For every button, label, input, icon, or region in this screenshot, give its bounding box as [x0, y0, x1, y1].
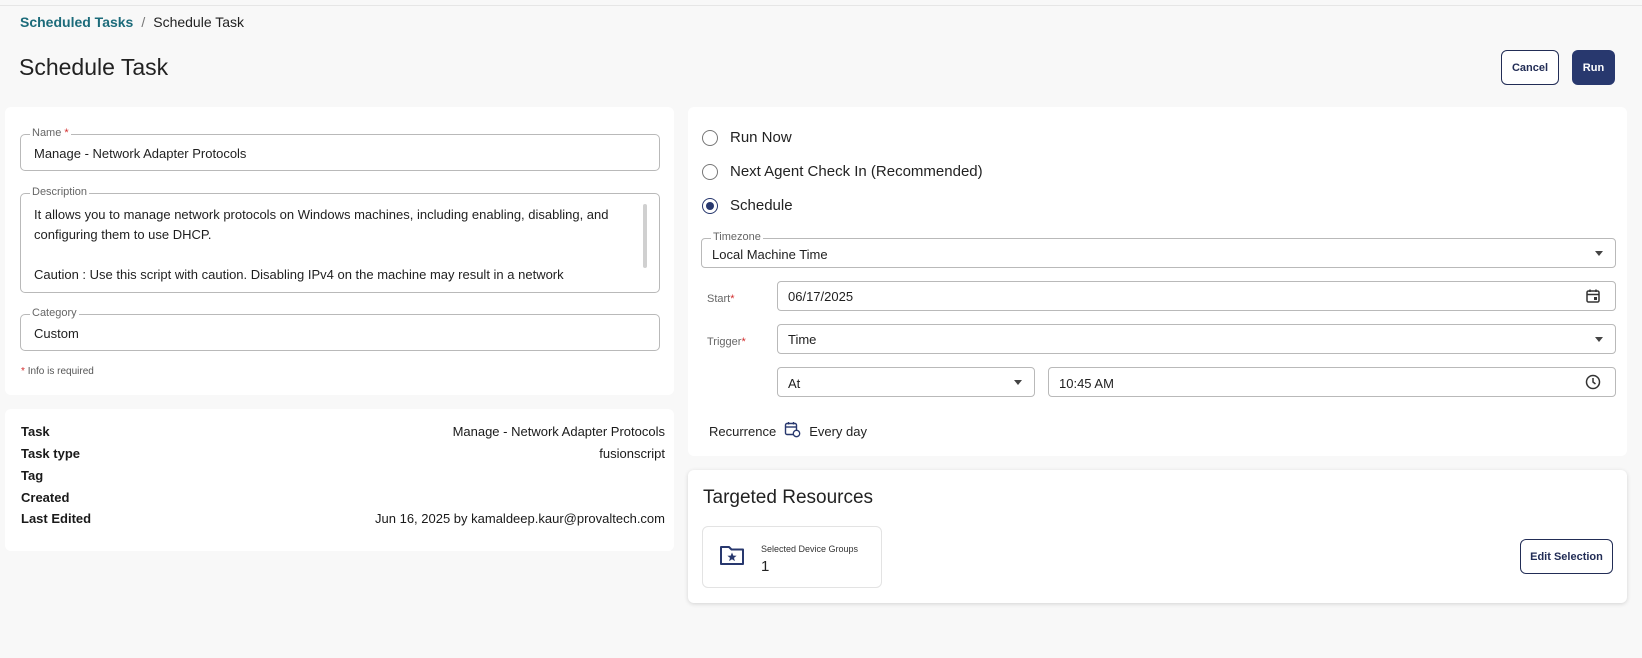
- calendar-icon[interactable]: [1585, 288, 1601, 309]
- radio-next-agent-circle[interactable]: [702, 163, 718, 180]
- radio-schedule[interactable]: Schedule: [702, 197, 793, 214]
- dropdown-caret-icon: [1014, 380, 1022, 385]
- trigger-label: Trigger*: [707, 336, 746, 348]
- timezone-value: Local Machine Time: [712, 247, 828, 262]
- run-button[interactable]: Run: [1572, 50, 1615, 85]
- targeted-resources-card: Targeted Resources Selected Device Group…: [688, 470, 1627, 603]
- edit-selection-button[interactable]: Edit Selection: [1520, 539, 1613, 574]
- info-row-task-type: Task type fusionscript: [21, 446, 665, 461]
- start-date-input[interactable]: 06/17/2025: [777, 281, 1616, 311]
- info-row-tag: Tag: [21, 468, 44, 483]
- schedule-card: Run Now Next Agent Check In (Recommended…: [688, 107, 1627, 456]
- radio-schedule-circle[interactable]: [702, 197, 718, 214]
- task-info-card: Task Manage - Network Adapter Protocols T…: [5, 409, 674, 551]
- start-label: Start*: [707, 293, 735, 305]
- dropdown-caret-icon: [1595, 251, 1603, 256]
- name-value: Manage - Network Adapter Protocols: [34, 146, 247, 161]
- breadcrumb-current: Schedule Task: [153, 14, 245, 30]
- required-note: * Info is required: [21, 366, 94, 377]
- dropdown-caret-icon: [1595, 337, 1603, 342]
- task-form-card: Name * Manage - Network Adapter Protocol…: [5, 107, 674, 395]
- category-field[interactable]: Category Custom: [20, 307, 660, 351]
- category-label: Category: [30, 307, 79, 319]
- device-groups-count: 1: [761, 558, 770, 575]
- selected-device-groups-box: Selected Device Groups 1: [702, 526, 882, 588]
- clock-icon[interactable]: [1585, 374, 1601, 395]
- description-value: It allows you to manage network protocol…: [34, 207, 609, 282]
- timezone-select[interactable]: Timezone Local Machine Time: [701, 231, 1616, 268]
- timezone-label: Timezone: [711, 231, 763, 243]
- description-field[interactable]: Description It allows you to manage netw…: [20, 186, 660, 293]
- description-label: Description: [30, 186, 90, 198]
- recurrence-calendar-icon: [784, 421, 801, 441]
- radio-next-agent-check-in[interactable]: Next Agent Check In (Recommended): [702, 163, 983, 180]
- targeted-resources-title: Targeted Resources: [703, 487, 874, 508]
- cancel-button[interactable]: Cancel: [1501, 50, 1559, 85]
- trigger-select[interactable]: Time: [777, 324, 1616, 354]
- recurrence-label: Recurrence: [709, 423, 777, 439]
- page-title: Schedule Task: [19, 54, 169, 80]
- info-row-task: Task Manage - Network Adapter Protocols: [21, 424, 665, 439]
- info-row-created: Created: [21, 490, 70, 505]
- breadcrumb-separator: /: [141, 14, 146, 30]
- breadcrumb-scheduled-tasks-link[interactable]: Scheduled Tasks: [20, 14, 133, 30]
- trigger-value: Time: [788, 332, 817, 347]
- radio-run-now-circle[interactable]: [702, 129, 718, 146]
- top-divider: [0, 5, 1642, 6]
- name-label: Name *: [30, 127, 71, 139]
- time-input[interactable]: 10:45 AM: [1048, 367, 1616, 397]
- start-date-value: 06/17/2025: [788, 289, 854, 304]
- recurrence-value[interactable]: Every day: [809, 424, 867, 439]
- recurrence-row: Recurrence Every day: [709, 421, 867, 441]
- device-groups-label: Selected Device Groups: [761, 544, 859, 554]
- description-scrollbar[interactable]: [643, 204, 647, 268]
- category-value: Custom: [34, 326, 79, 341]
- info-row-last-edited: Last Edited Jun 16, 2025 by kamaldeep.kau…: [21, 511, 665, 526]
- at-value: At: [788, 376, 801, 391]
- name-field[interactable]: Name * Manage - Network Adapter Protocol…: [20, 127, 660, 171]
- breadcrumb: Scheduled Tasks / Schedule Task: [20, 14, 244, 30]
- radio-run-now[interactable]: Run Now: [702, 129, 792, 146]
- time-value: 10:45 AM: [1059, 376, 1114, 391]
- folder-star-icon: [719, 544, 745, 571]
- at-select[interactable]: At: [777, 367, 1035, 397]
